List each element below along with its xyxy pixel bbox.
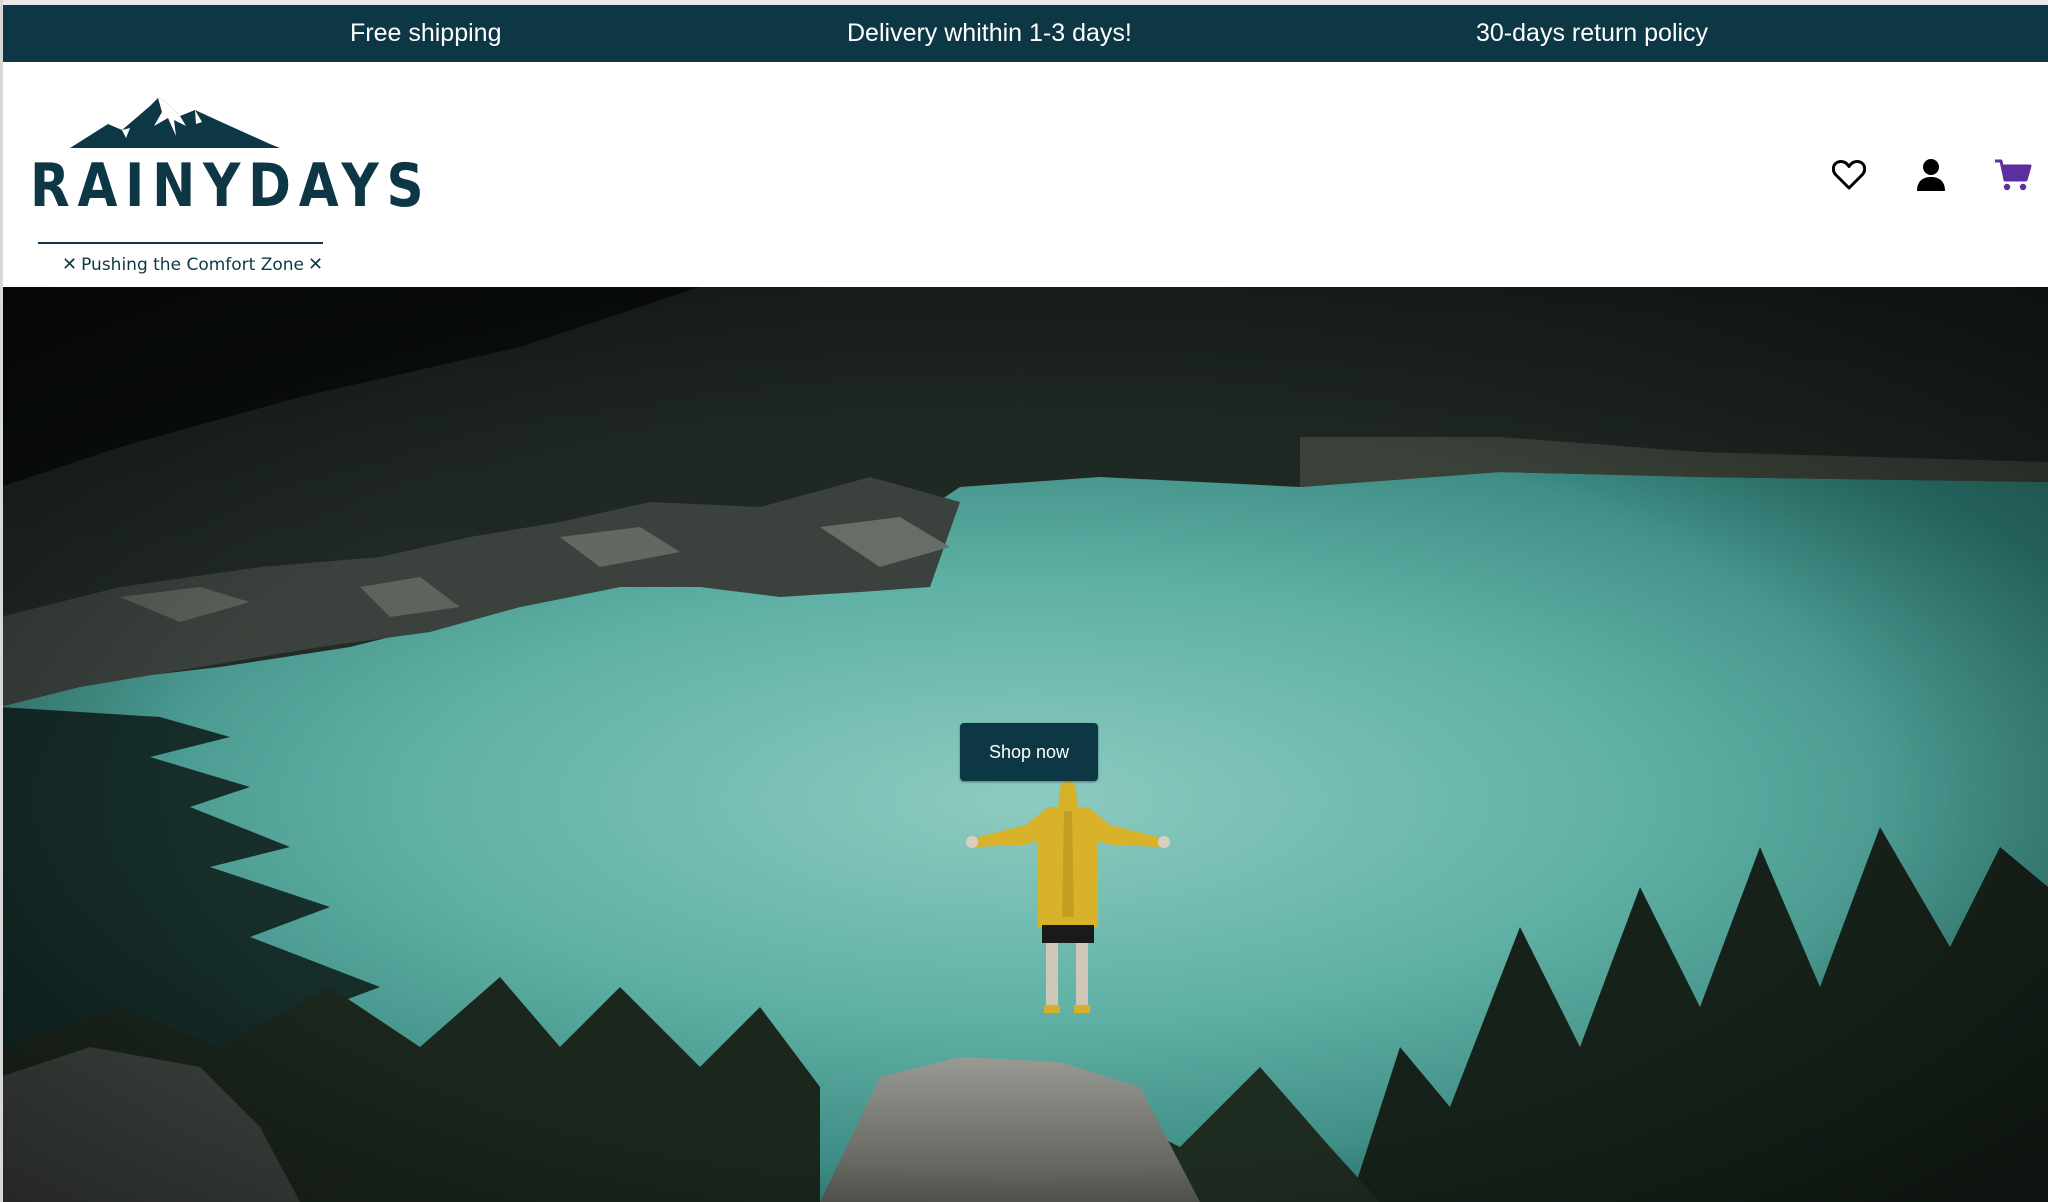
browser-edge-left [0, 0, 3, 1202]
announcement-bar: Free shipping Delivery whithin 1-3 days!… [0, 5, 2048, 62]
hero-banner: Shop now [0, 287, 2048, 1202]
announcement-free-shipping: Free shipping [350, 19, 502, 47]
logo-divider [38, 242, 323, 244]
page: Free shipping Delivery whithin 1-3 days!… [0, 0, 2048, 1202]
tagline-mark-left: ✕ [62, 254, 78, 275]
brand-tagline: ✕ Pushing the Comfort Zone ✕ [58, 254, 323, 275]
cart-button[interactable] [1990, 152, 2036, 198]
user-icon [1917, 159, 1945, 191]
brand-name: RAINYDAYS [30, 151, 432, 221]
favorites-button[interactable] [1826, 152, 1872, 198]
tagline-text: Pushing the Comfort Zone [81, 255, 305, 275]
tagline-mark-right: ✕ [308, 254, 324, 275]
announcement-return-policy: 30-days return policy [1476, 19, 1709, 47]
announcement-delivery: Delivery whithin 1-3 days! [847, 19, 1132, 47]
account-button[interactable] [1908, 152, 1954, 198]
shop-now-button[interactable]: Shop now [960, 723, 1098, 781]
heart-icon [1832, 160, 1866, 190]
brand-logo[interactable]: RAINYDAYS ✕ Pushing the Comfort Zone ✕ [30, 92, 432, 275]
site-header: RAINYDAYS ✕ Pushing the Comfort Zone ✕ [0, 62, 2048, 287]
cart-icon [1995, 159, 2032, 191]
